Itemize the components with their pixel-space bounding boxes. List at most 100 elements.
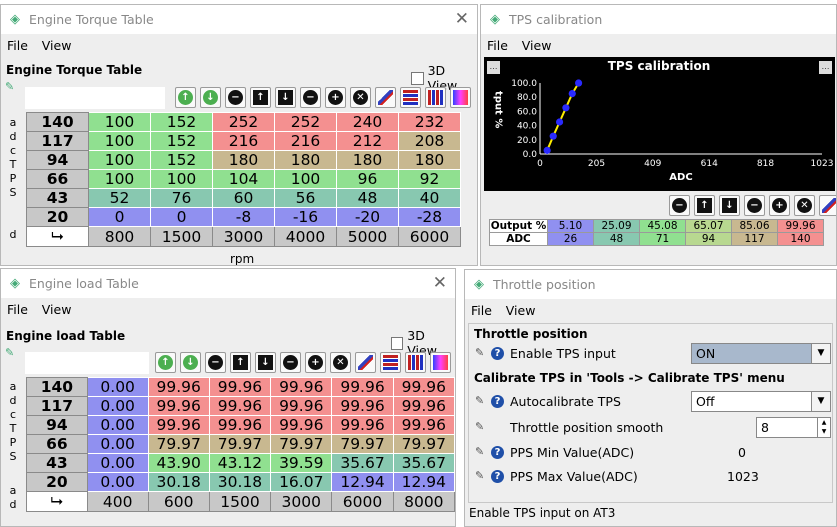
table-cell[interactable]: 60 [212,188,275,208]
menu-view[interactable]: View [42,302,72,317]
table-cell[interactable]: 56 [274,188,337,208]
down-button[interactable]: ↓ [719,195,740,216]
table-cell[interactable]: 26 [547,232,594,246]
table-cell[interactable]: 35.67 [392,453,455,473]
table-cell[interactable]: 76 [150,188,213,208]
y-axis-value[interactable]: 66 [26,434,88,454]
pen-button[interactable] [375,87,396,108]
x-axis-value[interactable]: 3000 [270,491,333,512]
edit-icon[interactable]: ✎ [475,445,489,459]
table-cell[interactable]: 45.08 [639,219,686,233]
table-cell[interactable]: 117 [731,232,778,246]
y-axis-value[interactable]: 140 [26,112,89,132]
help-icon[interactable]: ? [491,445,504,459]
y-axis-value[interactable]: 94 [26,415,88,435]
up-button[interactable]: ↑ [694,195,715,216]
table-cell[interactable]: -8 [212,207,275,227]
table-cell[interactable]: 30.18 [147,472,210,492]
table-cell[interactable]: 0 [150,207,213,227]
table-cell[interactable]: 0.00 [86,434,149,454]
add-button[interactable]: + [325,87,346,108]
edit-icon[interactable]: ✎ [5,346,14,359]
table-cell[interactable]: 100 [274,169,337,189]
value-field[interactable] [25,87,165,109]
table-cell[interactable]: 100 [150,169,213,189]
x-axis-value[interactable]: 400 [86,491,149,512]
help-icon[interactable]: ? [491,394,504,408]
subtract-button[interactable]: − [280,352,301,373]
x-axis-value[interactable]: 4000 [274,226,337,247]
interpolate-cols-button[interactable] [405,352,426,373]
table-cell[interactable]: 99.96 [147,415,210,435]
y-axis-value[interactable]: 43 [26,453,88,473]
add-button[interactable]: + [769,195,790,216]
table-cell[interactable]: 92 [398,169,461,189]
table-cell[interactable]: 100 [88,169,151,189]
add-button[interactable]: + [305,352,326,373]
table-cell[interactable]: 30.18 [208,472,272,492]
x-axis-value[interactable]: 1500 [150,226,213,247]
table-cell[interactable]: 180 [212,150,275,170]
interpolate-cols-button[interactable] [425,87,446,108]
minus-button[interactable]: − [205,352,226,373]
table-cell[interactable]: 99.96 [147,396,210,416]
table-cell[interactable]: 96 [336,169,399,189]
table-cell[interactable]: 99.96 [270,415,333,435]
table-cell[interactable]: 79.97 [208,434,272,454]
table-cell[interactable]: 152 [150,112,213,132]
table-cell[interactable]: 99.96 [392,396,455,416]
interpolate-rows-button[interactable] [400,87,421,108]
edit-icon[interactable]: ✎ [475,469,489,483]
table-cell[interactable]: -28 [398,207,461,227]
x-axis-value[interactable]: 8000 [392,491,455,512]
table-cell[interactable]: 5.10 [547,219,594,233]
y-axis-value[interactable]: 20 [26,207,89,227]
chevron-down-icon[interactable]: ▼ [811,392,830,411]
table-cell[interactable]: 252 [274,112,337,132]
table-cell[interactable]: 71 [639,232,686,246]
table-cell[interactable]: 99.96 [208,377,272,397]
table-cell[interactable]: 99.96 [331,415,394,435]
up-button[interactable]: ↑ [230,352,251,373]
close-icon[interactable]: ✕ [455,9,469,29]
help-icon[interactable]: ? [491,346,504,360]
value-field[interactable] [25,352,149,374]
table-cell[interactable]: 180 [274,150,337,170]
color-map-button[interactable] [430,352,451,373]
menu-file[interactable]: File [7,38,28,53]
table-cell[interactable]: 79.97 [331,434,394,454]
table-cell[interactable]: 12.94 [331,472,394,492]
table-cell[interactable]: 100 [88,131,151,151]
table-cell[interactable]: 208 [398,131,461,151]
decrease-button[interactable]: ↓ [180,352,201,373]
edit-icon[interactable]: ✎ [475,346,489,360]
menu-view[interactable]: View [522,38,552,53]
menu-view[interactable]: View [506,303,536,318]
table-cell[interactable]: 99.96 [331,377,394,397]
table-cell[interactable]: 12.94 [392,472,455,492]
checkbox-box[interactable] [391,336,404,350]
edit-icon[interactable]: ✎ [475,394,489,408]
enable-tps-select[interactable]: ON ▼ [691,343,831,364]
table-cell[interactable]: 152 [150,131,213,151]
table-cell[interactable]: 0.00 [86,472,149,492]
y-axis-value[interactable]: 43 [26,188,89,208]
table-cell[interactable]: 25.09 [593,219,640,233]
table-cell[interactable]: 0.00 [86,377,149,397]
y-axis-value[interactable]: 66 [26,169,89,189]
table-cell[interactable]: 100 [88,112,151,132]
pen-button[interactable] [355,352,376,373]
table-cell[interactable]: 0.00 [86,415,149,435]
checkbox-box[interactable] [411,71,424,85]
table-cell[interactable]: 39.59 [270,453,333,473]
down-button[interactable]: ↓ [255,352,276,373]
table-cell[interactable]: 216 [274,131,337,151]
smooth-spinner[interactable]: 8 ▲ ▼ [756,417,831,438]
table-cell[interactable]: 79.97 [147,434,210,454]
autocal-select[interactable]: Off ▼ [691,391,831,412]
table-cell[interactable]: 48 [593,232,640,246]
table-cell[interactable]: 240 [336,112,399,132]
chart-options-button[interactable]: … [819,61,832,74]
table-cell[interactable]: 212 [336,131,399,151]
x-axis-value[interactable]: 3000 [212,226,275,247]
